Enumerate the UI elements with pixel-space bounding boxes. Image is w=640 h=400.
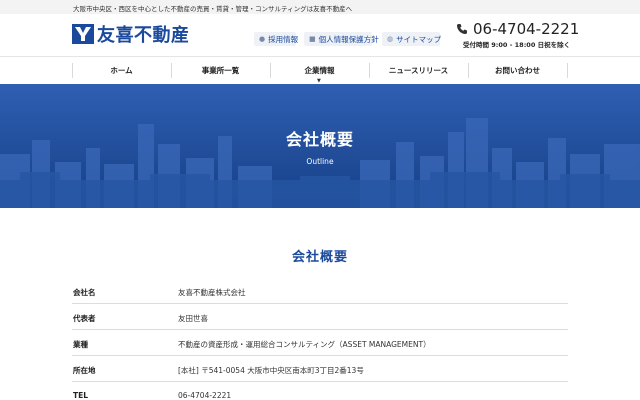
logo-mark-icon [72,24,94,44]
nav-item-offices[interactable]: 事業所一覧 [171,57,270,84]
phone-icon [457,24,467,34]
table-row: 会社名 友喜不動産株式会社 [72,278,568,304]
person-icon: ● [259,35,266,43]
phone-number-text: 06-4704-2221 [473,20,580,38]
top-announcement-text: 大阪市中央区・西区を中心とした不動産の売買・賃貸・管理・コンサルティングは友喜不… [73,5,353,13]
row-key: 代表者 [73,314,96,323]
hero-title: 会社概要 [285,130,354,149]
nav-item-news[interactable]: ニュースリリース [369,57,468,84]
table-row: 代表者 友田世喜 [72,304,568,330]
nav-item-contact[interactable]: お問い合わせ [468,57,567,84]
sitemap-link[interactable]: ◍ サイトマップ [382,32,442,46]
table-row: 所在地 [本社] 〒541-0054 大阪市中央区南本町3丁目2番13号 [72,356,568,382]
sitemap-link-label: サイトマップ [396,34,442,44]
section-title: 会社概要 [291,250,348,265]
phone-number[interactable]: 06-4704-2221 [456,20,579,38]
hero-subtitle: Outline [306,157,334,166]
recruit-link[interactable]: ● 採用情報 [254,32,299,46]
nav-item-home[interactable]: ホーム [72,57,171,84]
logo-text: 友喜不動産 [97,25,190,46]
site-logo[interactable]: 友喜不動産 [72,22,190,46]
row-value: 不動産の資産形成・運用総合コンサルティング（ASSET MANAGEMENT） [178,340,431,349]
row-key: 会社名 [73,288,96,297]
table-row: 業種 不動産の資産形成・運用総合コンサルティング（ASSET MANAGEMEN… [72,330,568,356]
business-hours: 受付時間 9:00 - 18:00 日祝を除く [463,41,571,49]
globe-icon: ◍ [387,35,394,43]
privacy-policy-link-label: 個人情報保護方針 [318,34,379,44]
row-value: 友喜不動産株式会社 [178,288,246,297]
row-key: 業種 [73,340,88,349]
global-nav: ホーム 事業所一覧 企業情報 ▼ ニュースリリース お問い合わせ [0,56,640,84]
lock-icon: ■ [309,35,316,43]
privacy-policy-link[interactable]: ■ 個人情報保護方針 [304,32,379,46]
table-row: TEL 06-4704-2221 [72,382,568,400]
nav-divider [567,63,568,78]
row-value: 06-4704-2221 [178,391,232,400]
row-key: 所在地 [73,366,96,375]
top-announcement-bar: 大阪市中央区・西区を中心とした不動産の売買・賃貸・管理・コンサルティングは友喜不… [0,0,640,14]
row-key: TEL [73,391,89,400]
row-value: 友田世喜 [178,314,208,323]
row-value: [本社] 〒541-0054 大阪市中央区南本町3丁目2番13号 [178,366,364,375]
recruit-link-label: 採用情報 [268,34,299,44]
